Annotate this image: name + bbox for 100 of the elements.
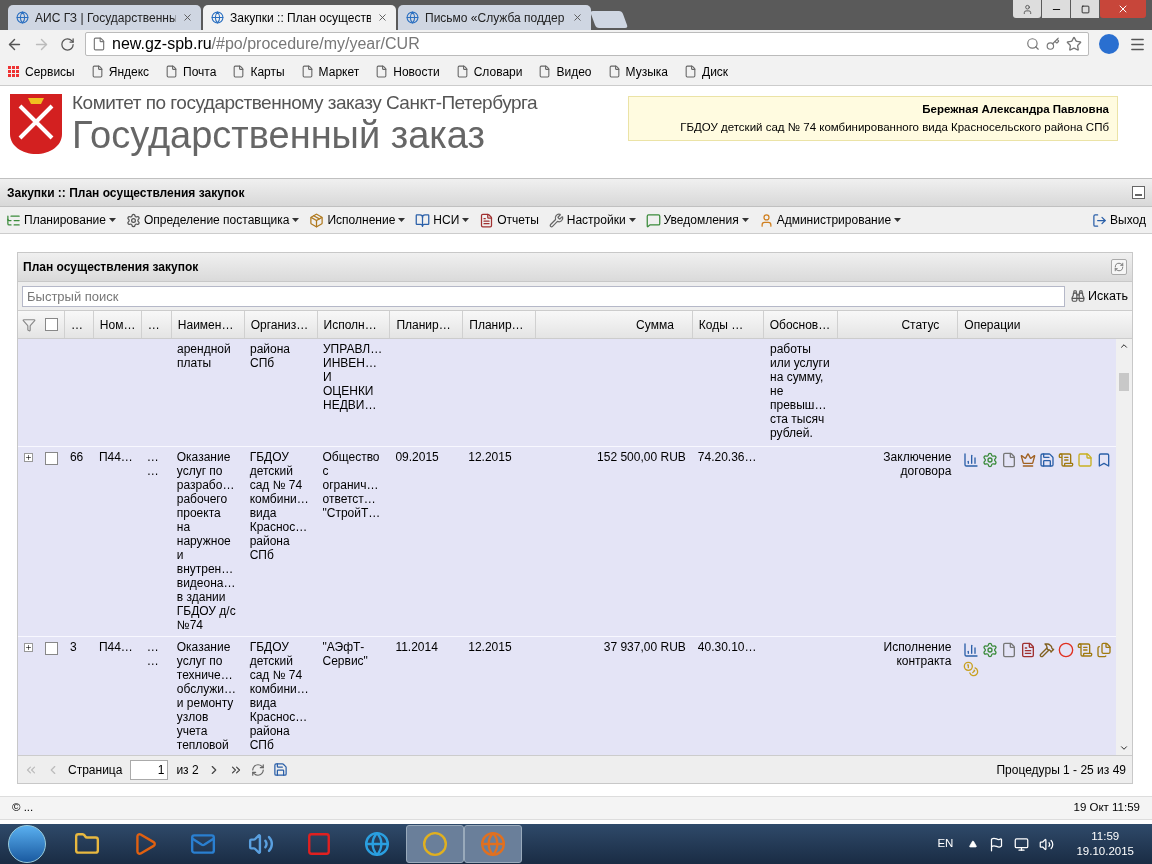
menu-item[interactable]: Определение поставщика [125,211,300,229]
close-icon[interactable] [572,12,583,23]
address-field[interactable]: new.gz-spb.ru/#po/procedure/my/year/CUR [85,32,1089,56]
maximize-button[interactable] [1071,0,1099,18]
expand-icon[interactable] [24,453,34,462]
column-header[interactable]: Организ… [243,311,317,338]
page-icon [300,65,314,78]
filter-icon[interactable] [21,317,36,332]
column-header[interactable]: Коды … [691,311,763,338]
crown-icon[interactable] [1020,452,1037,468]
square-icon [306,831,332,857]
page-field[interactable]: 1 [130,759,169,780]
save-icon[interactable] [272,762,288,777]
refresh-button[interactable] [1111,259,1127,275]
column-header[interactable]: Обоснов… [762,311,837,338]
document-icon[interactable] [1001,452,1018,468]
document-icon[interactable] [1001,642,1018,658]
menu-item[interactable]: Уведомления [645,211,749,229]
column-header[interactable]: Сумма [535,311,692,338]
document-icon[interactable] [1020,642,1037,658]
column-header[interactable]: Наимен… [170,311,244,338]
language-indicator[interactable]: EN [937,835,954,853]
checkbox[interactable] [45,452,59,465]
browser-tab[interactable]: Письмо «Служба поддер [398,5,591,30]
bookmark[interactable]: Маркет [300,62,360,81]
column-header[interactable]: … [63,311,93,338]
refresh-icon [1114,262,1124,272]
bookmark[interactable]: Сервисы [8,62,75,81]
gear-icon[interactable] [982,452,999,468]
scrollbar[interactable] [1116,339,1132,755]
search-button[interactable]: Искать [1071,286,1128,306]
search-field[interactable]: Быстрый поиск [22,285,1066,307]
table-cell-text: … … [146,450,160,478]
bookmark[interactable]: Диск [684,62,729,81]
scroll-icon[interactable] [1058,452,1075,468]
table-cell: УПРАВЛ… ИНВЕН… И ОЦЕНКИ НЕДВИ… [323,342,384,412]
bookmark[interactable]: Новости [375,62,440,81]
page-icon [232,65,246,78]
volume-icon[interactable] [1039,836,1055,852]
collapse-button[interactable] [1132,186,1145,199]
caret-icon [894,218,902,222]
menu-item[interactable]: Настройки [548,211,636,229]
star-icon[interactable] [1066,36,1082,52]
bookmark[interactable]: Видео [538,62,592,81]
zoom-icon[interactable] [1026,37,1040,51]
menu-item[interactable]: Исполнение [309,211,406,229]
profile-button[interactable] [1013,0,1041,18]
column-header[interactable]: Планир… [389,311,463,338]
key-icon[interactable] [1046,37,1060,51]
globe-icon [211,11,224,24]
bookmark[interactable]: Музыка [607,62,668,81]
menu-item[interactable]: Администрирование [758,211,902,229]
bookmark[interactable]: Почта [165,62,217,81]
hammer-icon[interactable] [1039,642,1056,658]
close-icon[interactable] [377,12,388,23]
bookmark[interactable]: Словари [455,62,523,81]
clock[interactable]: 11:59 19.10.2015 [1076,829,1134,859]
logout-button[interactable]: Выход [1092,211,1146,229]
menu-item[interactable]: Отчеты [479,211,539,229]
chart-icon[interactable] [963,452,980,468]
record-icon[interactable] [1058,642,1075,658]
page-icon [684,65,697,78]
close-icon[interactable] [182,12,193,23]
new-tab-button[interactable] [589,11,629,28]
scroll-down-icon[interactable] [1119,743,1129,753]
refresh-icon[interactable] [250,762,265,777]
checkbox[interactable] [45,642,59,655]
documents-icon[interactable] [1096,642,1113,658]
tray-arrow-icon[interactable] [969,840,978,848]
menu-item[interactable]: НСИ [415,211,470,229]
scroll-icon[interactable] [1077,642,1094,658]
exit-icon [1092,212,1108,228]
network-icon[interactable] [1014,836,1030,852]
caret-icon [108,218,116,222]
menu-item[interactable]: Планирование [6,211,116,229]
wrench-icon [548,212,564,228]
column-header[interactable]: Ном… [92,311,141,338]
checkbox[interactable] [45,318,59,331]
bookmark[interactable]: Карты [232,62,285,81]
extension-icon[interactable] [1099,34,1119,54]
column-header[interactable]: … [140,311,171,338]
page-icon [455,65,469,78]
browser-tab[interactable]: Закупки :: План осуществ [203,5,396,30]
save-icon[interactable] [1039,452,1056,468]
chart-icon[interactable] [963,642,980,658]
reload-icon[interactable] [60,36,75,52]
panel-title: Закупки :: План осуществления закупок [7,184,246,202]
column-header[interactable]: Статус [836,311,958,338]
bookmark[interactable]: Яндекс [90,62,150,81]
column-header[interactable]: Планир… [462,311,536,338]
gear-icon[interactable] [982,642,999,658]
column-header[interactable]: Операции [957,311,1116,338]
flag-icon[interactable] [989,836,1005,852]
start-button[interactable] [8,825,46,863]
scrollbar-thumb[interactable] [1119,373,1129,391]
expand-icon[interactable] [24,643,34,652]
browser-tab[interactable]: АИС ГЗ | Государственны [8,5,201,30]
column-header[interactable]: Исполн… [316,311,390,338]
page-count: из 2 [176,761,199,779]
scroll-up-icon[interactable] [1119,341,1129,351]
